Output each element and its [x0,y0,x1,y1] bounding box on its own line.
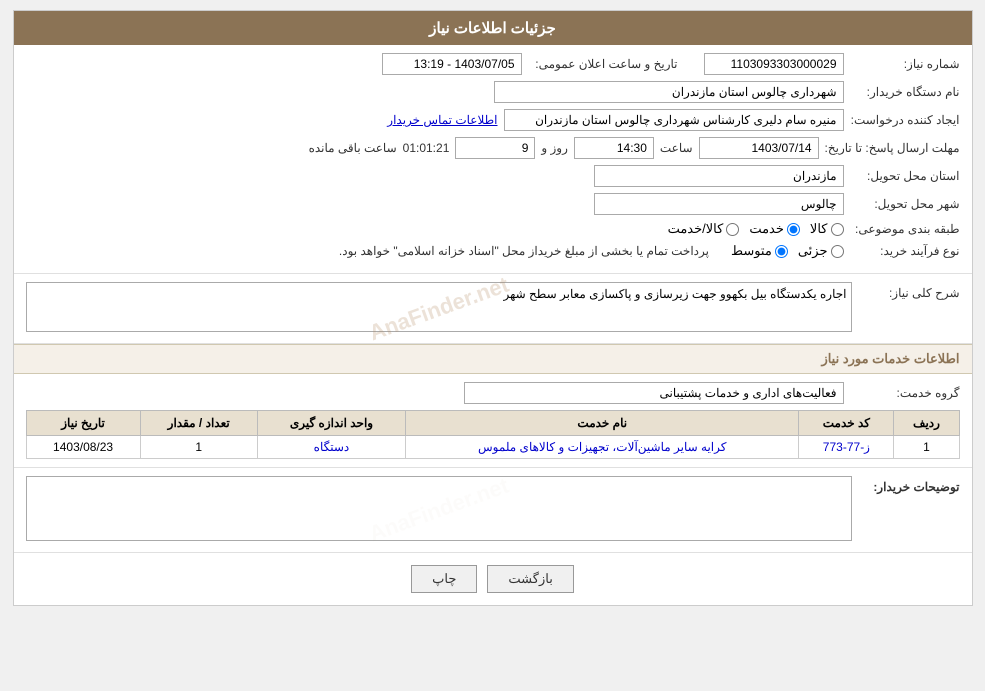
category-kala-item: کالا [810,221,844,237]
services-table-container: ردیف کد خدمت نام خدمت واحد اندازه گیری ت… [26,410,960,459]
city-row: شهر محل تحویل: [26,193,960,215]
buyer-notes-label: توضیحات خریدار: [860,476,960,494]
response-date-input[interactable] [699,137,819,159]
purchase-jozii-label: جزئی [798,243,828,259]
need-number-row: شماره نیاز: تاریخ و ساعت اعلان عمومی: [26,53,960,75]
services-table: ردیف کد خدمت نام خدمت واحد اندازه گیری ت… [26,410,960,459]
service-group-input[interactable] [464,382,844,404]
main-container: جزئیات اطلاعات نیاز شماره نیاز: تاریخ و … [13,10,973,606]
category-row: طبقه بندی موضوعی: کالا خدمت کالا/خدمت [26,221,960,237]
category-kala-khadamat-label: کالا/خدمت [668,221,724,237]
service-group-row: گروه خدمت: [26,382,960,404]
col-unit: واحد اندازه گیری [257,411,405,436]
response-time-label: ساعت [660,141,693,155]
purchase-type-radio-group: جزئی متوسط [731,243,844,259]
category-label: طبقه بندی موضوعی: [850,222,960,236]
service-group-label: گروه خدمت: [850,386,960,400]
purchase-jozii-item: جزئی [798,243,844,259]
print-button[interactable]: چاپ [411,565,477,593]
page-header: جزئیات اطلاعات نیاز [14,11,972,45]
page-title: جزئیات اطلاعات نیاز [429,20,556,37]
announce-datetime-input[interactable] [382,53,522,75]
back-button[interactable]: بازگشت [487,565,573,593]
buyer-org-row: نام دستگاه خریدار: [26,81,960,103]
contact-link[interactable]: اطلاعات تماس خریدار [387,113,497,127]
remaining-time-display: 01:01:21 [403,141,450,155]
response-time-input[interactable] [574,137,654,159]
need-description-section: شرح کلی نیاز: AnaFinder.net اجاره یکدستگ… [14,274,972,344]
top-info-section: شماره نیاز: تاریخ و ساعت اعلان عمومی: نا… [14,45,972,274]
province-input[interactable] [594,165,844,187]
buyer-org-label: نام دستگاه خریدار: [850,85,960,99]
need-description-textarea[interactable]: اجاره یکدستگاه بیل بکهوو جهت زیرسازی و پ… [26,282,852,332]
remaining-suffix: ساعت باقی مانده [309,141,397,155]
requester-label: ایجاد کننده درخواست: [850,113,960,127]
response-deadline-row: مهلت ارسال پاسخ: تا تاریخ: ساعت روز و 01… [26,137,960,159]
purchase-motavasset-radio[interactable] [775,245,788,258]
col-service-code: کد خدمت [799,411,894,436]
requester-row: ایجاد کننده درخواست: اطلاعات تماس خریدار [26,109,960,131]
col-quantity: تعداد / مقدار [140,411,257,436]
requester-input[interactable] [504,109,844,131]
city-label: شهر محل تحویل: [850,197,960,211]
announce-datetime-label: تاریخ و ساعت اعلان عمومی: [528,57,678,71]
purchase-type-label: نوع فرآیند خرید: [850,244,960,258]
need-number-label: شماره نیاز: [850,57,960,71]
category-kala-khadamat-item: کالا/خدمت [668,221,740,237]
services-section-title: اطلاعات خدمات مورد نیاز [14,344,972,374]
service-group-section: گروه خدمت: ردیف کد خدمت نام خدمت واحد ان… [14,374,972,468]
purchase-jozii-radio[interactable] [831,245,844,258]
purchase-motavasset-label: متوسط [731,243,772,259]
col-service-name: نام خدمت [406,411,799,436]
purchase-motavasset-item: متوسط [731,243,788,259]
need-description-label: شرح کلی نیاز: [860,282,960,300]
remaining-days-label: روز و [541,141,568,155]
city-input[interactable] [594,193,844,215]
province-row: استان محل تحویل: [26,165,960,187]
response-deadline-label: مهلت ارسال پاسخ: تا تاریخ: [825,141,960,155]
need-number-input[interactable] [704,53,844,75]
purchase-type-row: نوع فرآیند خرید: جزئی متوسط پرداخت تمام … [26,243,960,259]
buyer-notes-textarea[interactable] [26,476,852,541]
category-radio-group: کالا خدمت کالا/خدمت [668,221,844,237]
category-khadamat-item: خدمت [749,221,800,237]
category-kala-khadamat-radio[interactable] [726,223,739,236]
col-date: تاریخ نیاز [26,411,140,436]
category-khadamat-radio[interactable] [787,223,800,236]
col-rownum: ردیف [894,411,959,436]
buyer-notes-section: توضیحات خریدار: AnaFinder.net [14,468,972,553]
remaining-days-input[interactable] [455,137,535,159]
buyer-org-input[interactable] [494,81,844,103]
purchase-note: پرداخت تمام یا بخشی از مبلغ خریداز محل "… [339,244,709,258]
button-row: بازگشت چاپ [14,553,972,605]
category-kala-radio[interactable] [831,223,844,236]
category-khadamat-label: خدمت [749,221,784,237]
province-label: استان محل تحویل: [850,169,960,183]
table-row: 1ز-77-773کرایه سایر ماشین‌آلات، تجهیزات … [26,436,959,459]
category-kala-label: کالا [810,221,828,237]
